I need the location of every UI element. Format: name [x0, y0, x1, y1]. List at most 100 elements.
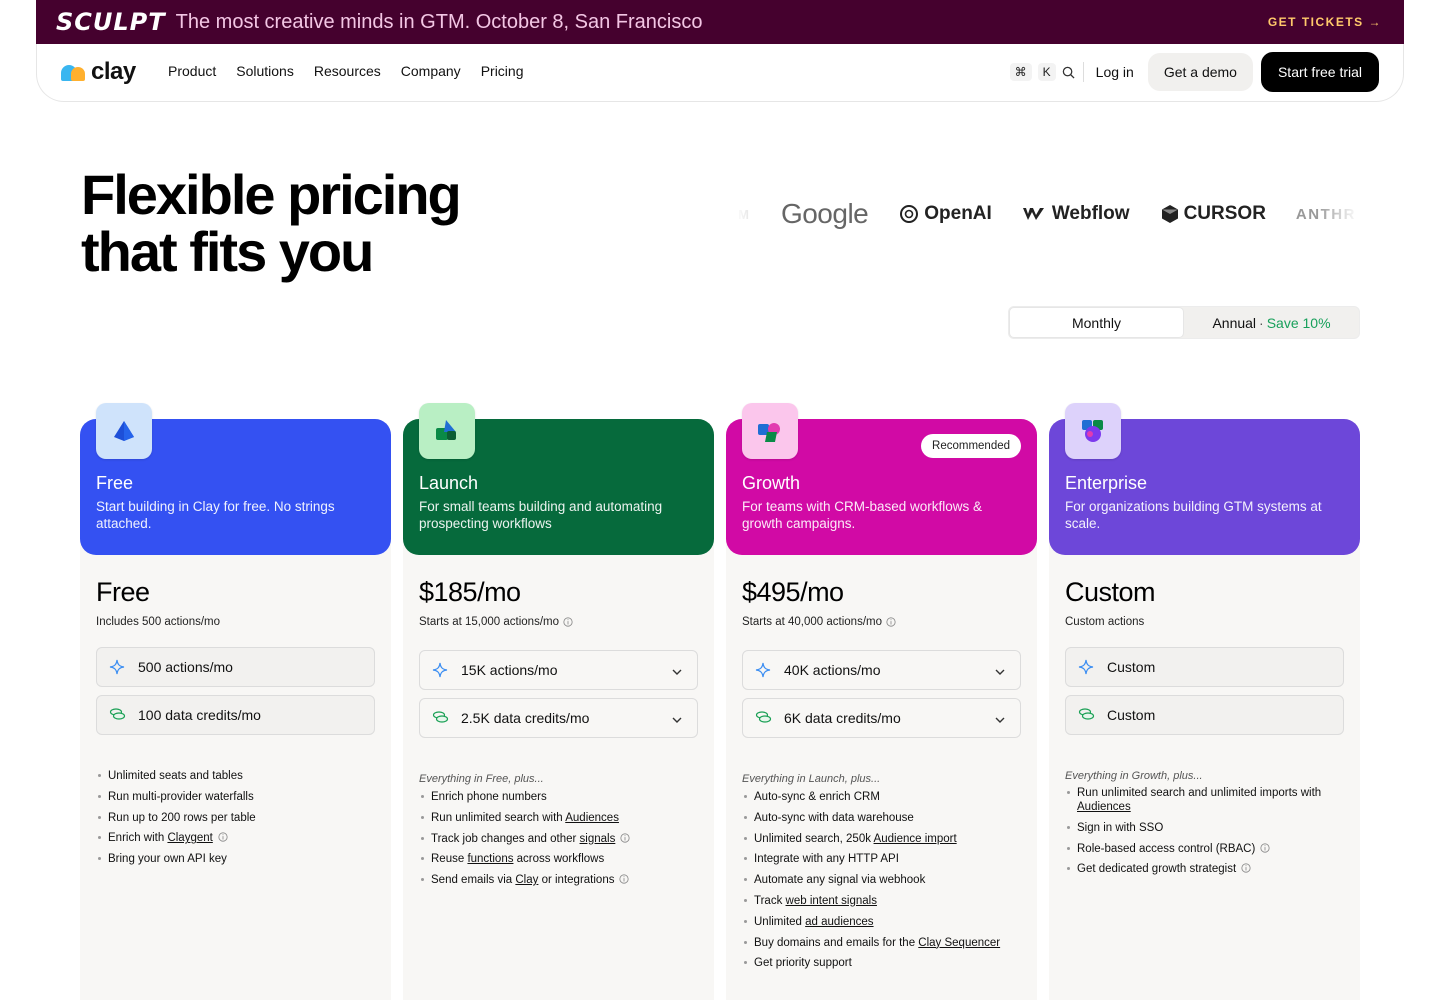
feature-item: Reuse functions across workflows: [419, 852, 704, 866]
feature-list: Enrich phone numbers Run unlimited search…: [419, 790, 704, 894]
feature-item: Unlimited ad audiences: [742, 915, 1027, 929]
banner-text: The most creative minds in GTM. October …: [175, 10, 703, 33]
feature-list: Run unlimited search and unlimited impor…: [1065, 786, 1350, 883]
plan-price-subtitle: Includes 500 actions/mo: [96, 616, 221, 628]
sparkle-icon: [432, 662, 448, 678]
actions-select: Custom: [1065, 647, 1344, 687]
k-key[interactable]: K: [1037, 63, 1056, 81]
nav-product[interactable]: Product: [168, 63, 216, 79]
credits-select[interactable]: 2.5K data credits/mo: [419, 698, 698, 738]
feature-item: Get dedicated growth strategist: [1065, 862, 1350, 876]
info-icon[interactable]: [563, 616, 574, 628]
clay-logo[interactable]: clay: [61, 58, 136, 86]
actions-select[interactable]: 15K actions/mo: [419, 650, 698, 690]
feature-link[interactable]: signals: [580, 833, 616, 845]
feature-link[interactable]: Audiences: [565, 812, 619, 824]
plan-description: For teams with CRM-based workflows & gro…: [742, 499, 983, 531]
feature-item: Role-based access control (RBAC): [1065, 842, 1350, 856]
feature-item: Bring your own API key: [96, 852, 381, 866]
chevron-down-icon[interactable]: [671, 665, 683, 677]
feature-item: Auto-sync & enrich CRM: [742, 790, 1027, 804]
get-demo-button[interactable]: Get a demo: [1147, 53, 1253, 91]
plan-header: Enterprise For organizations building GTM…: [1049, 403, 1360, 555]
feature-link[interactable]: Clay: [515, 874, 538, 886]
credits-select[interactable]: 6K data credits/mo: [742, 698, 1021, 738]
coins-icon: [1078, 707, 1095, 723]
start-trial-button[interactable]: Start free trial: [1260, 52, 1379, 92]
openai-icon: [900, 205, 919, 223]
info-icon[interactable]: [1241, 863, 1251, 873]
nav-resources[interactable]: Resources: [314, 63, 381, 79]
cursor-icon: [1161, 205, 1178, 223]
feature-list: Auto-sync & enrich CRM Auto-sync with dat…: [742, 790, 1027, 977]
nav-actions: ⌘ K Log in Get a demo Start free trial: [1009, 52, 1379, 92]
info-icon[interactable]: [620, 833, 630, 843]
plan-header: Launch For small teams building and autom…: [403, 403, 714, 555]
plan-card-enterprise: Enterprise For organizations building GTM…: [1049, 403, 1360, 1000]
feature-link[interactable]: functions: [467, 853, 513, 865]
cmd-key[interactable]: ⌘: [1009, 63, 1032, 81]
recommended-badge: Recommended: [921, 434, 1021, 458]
chevron-down-icon[interactable]: [994, 665, 1006, 677]
nav-company[interactable]: Company: [401, 63, 461, 79]
features-intro: Everything in Free, plus...: [419, 773, 544, 785]
feature-link[interactable]: Claygent: [167, 832, 212, 844]
billing-annual[interactable]: Annual · Save 10%: [1184, 307, 1359, 338]
feature-link[interactable]: Audience import: [874, 833, 957, 845]
plan-icon: [1065, 403, 1121, 459]
plan-price: $495/mo: [742, 577, 844, 607]
top-nav: clay Product Solutions Resources Company…: [36, 44, 1404, 102]
plan-card-free: Free Start building in Clay for free. No …: [80, 403, 391, 1000]
plan-name: Free: [96, 473, 134, 493]
credits-select: Custom: [1065, 695, 1344, 735]
plan-icon: [96, 403, 152, 459]
nav-divider: [1082, 62, 1084, 82]
feature-item: Enrich with Claygent: [96, 831, 381, 845]
billing-monthly[interactable]: Monthly: [1009, 307, 1184, 338]
coins-icon: [432, 710, 449, 726]
feature-item: Run unlimited search and unlimited impor…: [1065, 786, 1350, 814]
feature-item: Track job changes and other signals: [419, 832, 704, 846]
plan-icon: [419, 403, 475, 459]
coins-icon: [755, 710, 772, 726]
login-link[interactable]: Log in: [1096, 64, 1134, 80]
feature-link[interactable]: ad audiences: [805, 916, 873, 928]
feature-link[interactable]: Clay Sequencer: [918, 937, 1000, 949]
features-intro: Everything in Growth, plus...: [1065, 770, 1203, 782]
feature-item: Send emails via Clay or integrations: [419, 873, 704, 887]
get-tickets-link[interactable]: GET TICKETS →: [1268, 15, 1382, 29]
logo-openai: OpenAI: [898, 203, 992, 225]
event-banner[interactable]: SCULPT The most creative minds in GTM. O…: [36, 0, 1404, 44]
nav-solutions[interactable]: Solutions: [236, 63, 294, 79]
info-icon[interactable]: [218, 832, 228, 842]
plan-header: Recommended Growth For teams with CRM-base…: [726, 403, 1037, 555]
feature-item: Run multi-provider waterfalls: [96, 790, 381, 804]
info-icon[interactable]: [886, 616, 897, 628]
plan-price: Custom: [1065, 577, 1156, 607]
chevron-down-icon[interactable]: [671, 713, 683, 725]
plan-card-growth: Recommended Growth For teams with CRM-base…: [726, 403, 1037, 1000]
nav-links: Product Solutions Resources Company Pric…: [168, 63, 543, 79]
feature-item: Run unlimited search with Audiences: [419, 811, 704, 825]
plan-price: Free: [96, 577, 150, 607]
info-icon[interactable]: [619, 874, 630, 884]
credits-select: 100 data credits/mo: [96, 695, 375, 735]
search-icon[interactable]: [1062, 66, 1075, 79]
nav-pricing[interactable]: Pricing: [481, 63, 524, 79]
feature-link[interactable]: web intent signals: [786, 895, 877, 907]
plan-price: $185/mo: [419, 577, 521, 607]
plan-name: Growth: [742, 473, 801, 493]
plan-name: Enterprise: [1065, 473, 1148, 493]
feature-item: Integrate with any HTTP API: [742, 852, 1027, 866]
webflow-icon: [1022, 208, 1044, 220]
plan-card-launch: Launch For small teams building and autom…: [403, 403, 714, 1000]
actions-select[interactable]: 40K actions/mo: [742, 650, 1021, 690]
logo-cursor: CURSOR: [1160, 203, 1266, 225]
info-icon[interactable]: [1260, 843, 1270, 853]
feature-item: Run up to 200 rows per table: [96, 811, 381, 825]
plan-description: For organizations building GTM systems a…: [1065, 499, 1322, 531]
chevron-down-icon[interactable]: [994, 713, 1006, 725]
clay-logo-icon: [61, 61, 89, 83]
billing-toggle: Monthly Annual · Save 10%: [1008, 306, 1360, 339]
feature-link[interactable]: Audiences: [1077, 801, 1131, 813]
